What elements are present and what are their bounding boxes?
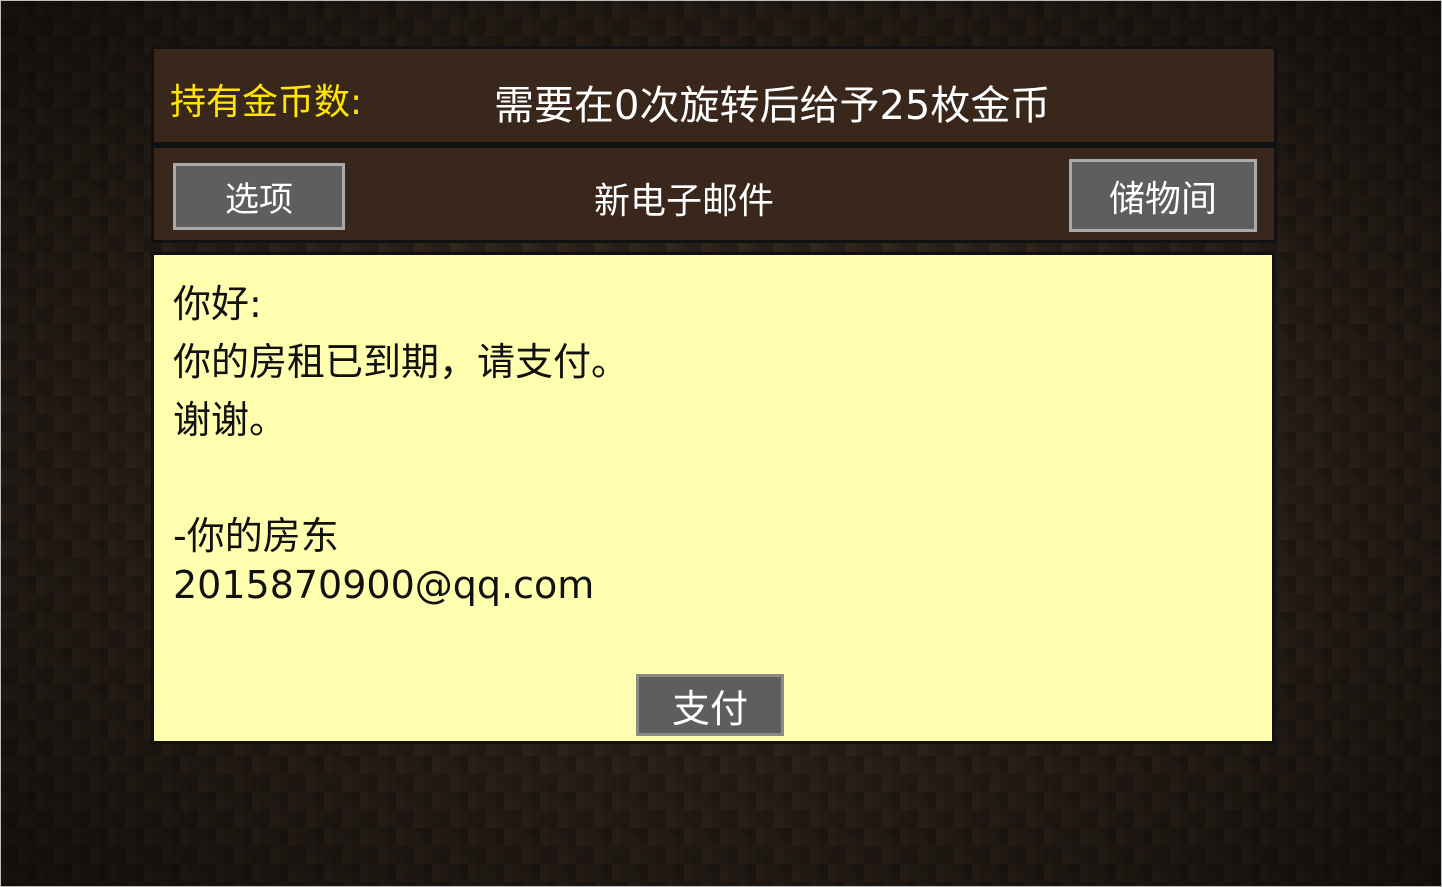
header-bar: 持有金币数: 需要在0次旋转后给予25枚金币 xyxy=(151,46,1277,145)
email-greeting: 你好: xyxy=(173,282,262,326)
storage-button[interactable]: 储物间 xyxy=(1069,159,1257,232)
rent-requirement-text: 需要在0次旋转后给予25枚金币 xyxy=(494,83,1051,129)
toolbar: 选项 新电子邮件 储物间 xyxy=(151,145,1277,243)
email-address: 2015870900@qq.com xyxy=(173,563,595,607)
pay-button[interactable]: 支付 xyxy=(636,674,784,736)
email-title: 新电子邮件 xyxy=(594,181,775,222)
coins-held-label: 持有金币数: xyxy=(170,82,363,123)
email-signature: -你的房东 xyxy=(173,514,339,558)
email-body: 你的房租已到期，请支付。 xyxy=(173,340,630,384)
email-thanks: 谢谢。 xyxy=(173,398,288,442)
email-panel: 你好: 你的房租已到期，请支付。 谢谢。 -你的房东 2015870900@qq… xyxy=(151,252,1275,744)
options-button[interactable]: 选项 xyxy=(173,163,345,230)
